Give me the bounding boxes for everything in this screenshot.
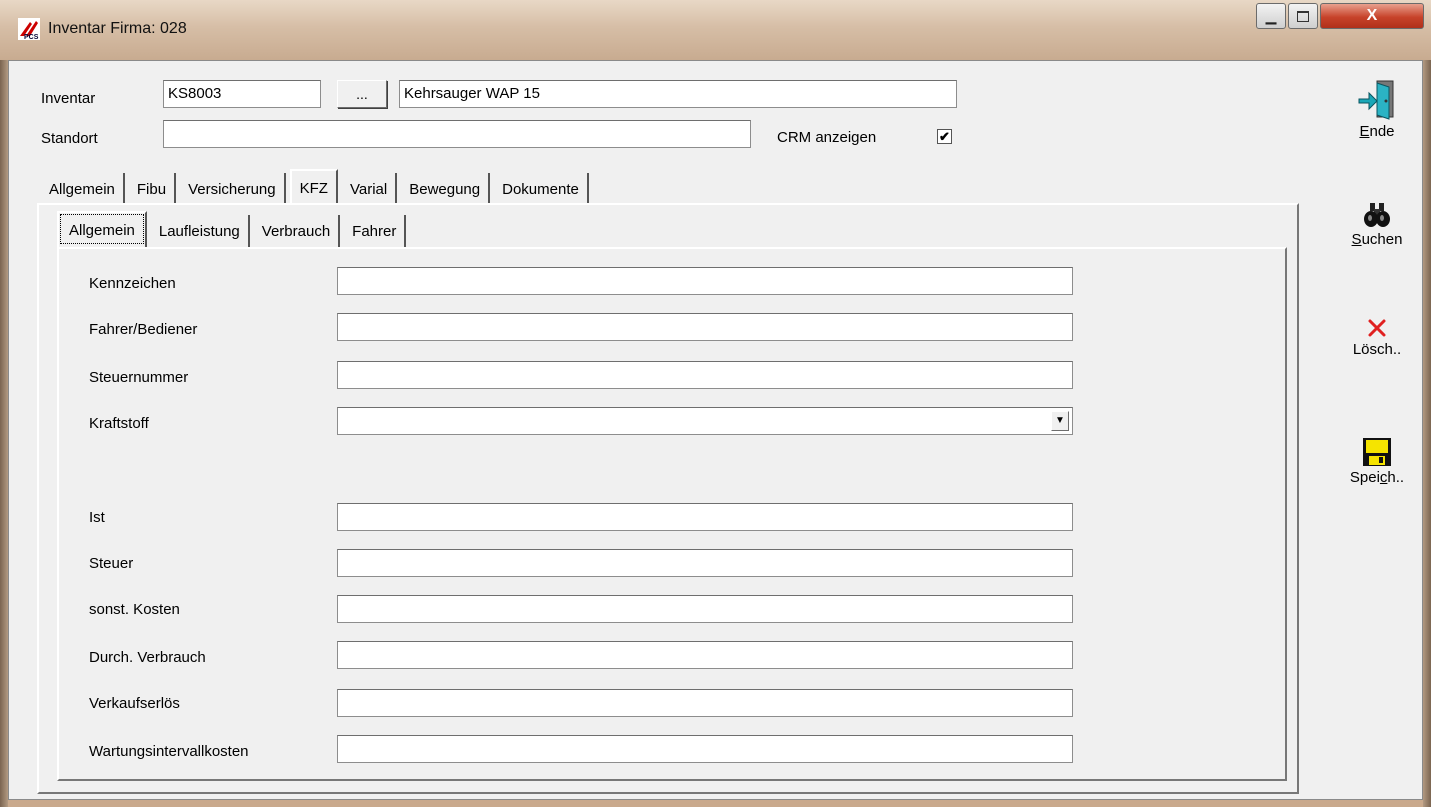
durch-verbrauch-field[interactable] (337, 641, 1073, 669)
loeschen-label: Lösch.. (1352, 341, 1402, 358)
subtab-fahrer[interactable]: Fahrer (344, 215, 407, 247)
floppy-disk-icon (1363, 438, 1391, 466)
steuernummer-field[interactable] (337, 361, 1073, 389)
verkaufserloes-field[interactable] (337, 689, 1073, 717)
ende-label: nde (1369, 123, 1395, 140)
tab-allgemein[interactable]: Allgemein (41, 173, 125, 205)
inventar-name-field[interactable]: Kehrsauger WAP 15 (399, 80, 957, 108)
kennzeichen-field[interactable] (337, 267, 1073, 295)
exit-door-icon (1358, 80, 1394, 120)
tab-kfz[interactable]: KFZ (289, 169, 338, 205)
verkaufserloes-label: Verkaufserlös (89, 695, 180, 712)
speichern-label-post: h.. (1387, 469, 1405, 486)
delete-x-icon (1368, 319, 1386, 337)
kfz-tab-panel: Allgemein Laufleistung Verbrauch Fahrer … (37, 203, 1299, 794)
suchen-label: uchen (1361, 231, 1403, 248)
sonst-kosten-field[interactable] (337, 595, 1073, 623)
browse-button[interactable]: ... (337, 80, 387, 108)
app-icon: PCS (18, 18, 40, 40)
steuer-label: Steuer (89, 555, 134, 572)
window-frame-right (1423, 60, 1431, 807)
kfz-allgemein-panel: Kennzeichen Fahrer/Bediener Steuernummer… (57, 247, 1287, 781)
maximize-icon (1297, 10, 1309, 22)
steuer-field[interactable] (337, 549, 1073, 577)
title-bar[interactable]: PCS Inventar Firma: 028 ▁ X (0, 0, 1431, 60)
ist-label: Ist (89, 509, 105, 526)
standort-label: Standort (41, 130, 98, 147)
subtab-laufleistung[interactable]: Laufleistung (150, 215, 250, 247)
suchen-label-u: S (1351, 231, 1362, 248)
suchen-button[interactable]: Suchen (1337, 201, 1417, 248)
window-frame-left (0, 60, 8, 807)
main-tab-strip: Allgemein Fibu Versicherung KFZ Varial B… (41, 169, 593, 205)
sub-tab-strip: Allgemein Laufleistung Verbrauch Fahrer (57, 211, 410, 247)
tab-dokumente[interactable]: Dokumente (494, 173, 589, 205)
loeschen-button[interactable]: Lösch.. (1337, 317, 1417, 358)
inventar-code-field[interactable]: KS8003 (163, 80, 321, 108)
maximize-button[interactable] (1288, 3, 1318, 29)
close-button[interactable]: X (1320, 3, 1424, 29)
ist-field[interactable] (337, 503, 1073, 531)
subtab-allgemein[interactable]: Allgemein (57, 211, 147, 247)
window-client-area: Inventar KS8003 ... Kehrsauger WAP 15 St… (8, 60, 1423, 800)
svg-text:PCS: PCS (24, 34, 39, 40)
tab-fibu[interactable]: Fibu (128, 173, 177, 205)
speichern-label-pre: Spei (1349, 469, 1380, 486)
tab-varial[interactable]: Varial (341, 173, 398, 205)
minimize-icon: ▁ (1265, 7, 1277, 24)
ende-button[interactable]: Ende (1337, 79, 1417, 140)
inventar-label: Inventar (41, 90, 96, 107)
tab-versicherung[interactable]: Versicherung (180, 173, 286, 205)
ende-label-u: E (1359, 123, 1370, 140)
standort-field[interactable] (163, 120, 751, 148)
window-title: Inventar Firma: 028 (48, 20, 187, 37)
wartungsintervallkosten-label: Wartungsintervallkosten (89, 743, 249, 760)
tab-bewegung[interactable]: Bewegung (401, 173, 491, 205)
speichern-button[interactable]: Speich.. (1337, 437, 1417, 486)
kennzeichen-label: Kennzeichen (89, 275, 176, 292)
kraftstoff-select[interactable]: ▼ (337, 407, 1073, 435)
fahrer-label: Fahrer/Bediener (89, 321, 198, 338)
steuernummer-label: Steuernummer (89, 369, 189, 386)
fahrer-field[interactable] (337, 313, 1073, 341)
subtab-verbrauch[interactable]: Verbrauch (253, 215, 341, 247)
kraftstoff-label: Kraftstoff (89, 415, 149, 432)
durch-verbrauch-label: Durch. Verbrauch (89, 649, 206, 666)
close-icon: X (1366, 7, 1378, 24)
minimize-button[interactable]: ▁ (1256, 3, 1286, 29)
chevron-down-icon[interactable]: ▼ (1051, 411, 1069, 431)
sonst-kosten-label: sonst. Kosten (89, 601, 180, 618)
wartungsintervallkosten-field[interactable] (337, 735, 1073, 763)
binoculars-icon (1364, 203, 1390, 227)
crm-label: CRM anzeigen (777, 129, 877, 146)
crm-checkbox[interactable]: ✔ (937, 129, 952, 144)
